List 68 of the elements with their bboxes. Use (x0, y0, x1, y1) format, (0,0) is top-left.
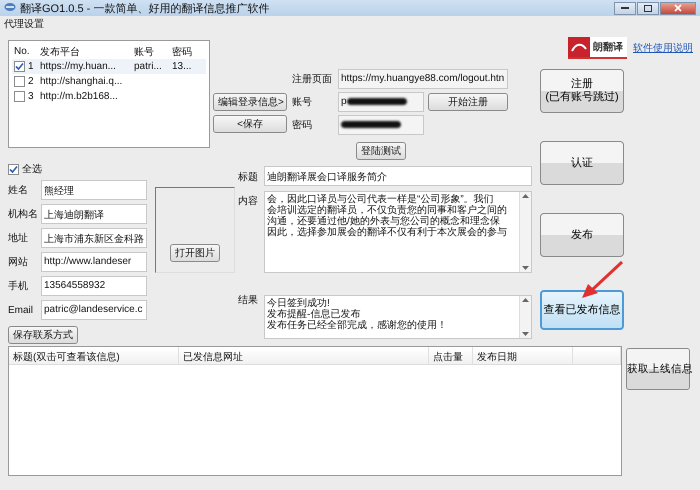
field-label: Email (8, 304, 34, 316)
column-header[interactable]: 标题(双击可查看该信息) (9, 347, 179, 364)
column-header[interactable]: 密码 (172, 44, 206, 58)
edit-button[interactable]: 编辑登录信息> (213, 93, 287, 111)
list-cell[interactable]: http://m.b2b168... (40, 91, 134, 102)
checkbox[interactable] (14, 91, 25, 102)
scroll-down-icon[interactable] (522, 332, 529, 336)
field-label: 注册页面 (292, 72, 333, 86)
scroll-up-icon[interactable] (522, 298, 529, 302)
logo: 朗翻译 (568, 37, 627, 59)
list-cell[interactable]: https://my.huan... (40, 61, 134, 72)
logo-mark-icon (568, 37, 590, 57)
column-header[interactable]: 发布平台 (40, 44, 134, 58)
field-label: 密码 (292, 118, 313, 132)
checkbox[interactable] (14, 61, 25, 72)
field-label: 内容 (238, 194, 259, 208)
column-header[interactable]: 点击量 (429, 347, 473, 364)
row-number: 2 (28, 76, 34, 87)
checkbox-label: 全选 (22, 162, 42, 176)
input-field[interactable]: http://www.landeser (41, 252, 147, 272)
action-button[interactable]: 注册 (已有账号跳过) (540, 69, 624, 113)
pointer-arrow-icon (580, 260, 624, 300)
input-field[interactable]: p (338, 92, 424, 112)
menu-item[interactable]: 代理设置 (4, 17, 44, 31)
row-number: 3 (28, 91, 34, 102)
field-label: 标题 (238, 170, 259, 184)
minimize-icon[interactable] (614, 2, 636, 14)
field-label: 地址 (8, 232, 29, 245)
save-contact-button[interactable]: 保存联系方式 (8, 326, 78, 344)
input-field[interactable]: 上海市浦东新区金科路 (41, 228, 147, 248)
field-label: 结果 (238, 294, 259, 307)
window-title: 翻译GO1.0.5 - 一款简单、好用的翻译信息推广软件 (20, 2, 270, 16)
list-cell[interactable]: patri... (134, 61, 172, 72)
help-link[interactable]: 软件使用说明 (633, 41, 693, 55)
action-button[interactable]: 认证 (540, 141, 624, 185)
maximize-icon[interactable] (637, 2, 659, 14)
row-number: 1 (28, 61, 34, 72)
input-field[interactable]: 上海迪朗翻译 (41, 204, 147, 224)
input-field[interactable]: 13564558932 (41, 276, 147, 296)
list-cell[interactable]: 13... (172, 61, 206, 72)
field-label: 姓名 (8, 184, 29, 197)
action-button[interactable]: 查看已发布信息 (540, 290, 624, 330)
field-label: 网站 (8, 256, 29, 269)
field-label: 手机 (8, 280, 29, 293)
column-header[interactable]: 已发信息网址 (179, 347, 429, 364)
column-header[interactable]: 账号 (134, 44, 172, 58)
field-label: 账号 (292, 96, 313, 109)
checkbox[interactable] (14, 76, 25, 87)
field-label: 机构名 (8, 208, 39, 221)
scroll-down-icon[interactable] (522, 266, 529, 270)
close-icon[interactable] (660, 2, 696, 14)
input-field[interactable]: patric@landeservice.c (41, 300, 147, 320)
input-field[interactable]: 熊经理 (41, 180, 147, 200)
password-field[interactable] (338, 115, 424, 135)
input-field[interactable]: https://my.huangye88.com/logout.htn (338, 69, 508, 89)
column-header[interactable]: 发布日期 (473, 347, 573, 364)
checkbox[interactable] (8, 164, 19, 174)
column-header[interactable]: No. (14, 46, 40, 57)
list-cell[interactable]: http://shanghai.q... (40, 76, 134, 87)
start-register-button[interactable]: 开始注册 (428, 93, 508, 111)
edit-button[interactable]: <保存 (213, 115, 287, 133)
app-icon (4, 2, 16, 12)
action-button[interactable]: 发布 (540, 213, 624, 257)
input-field[interactable]: 迪朗翻译展会口译服务简介 (264, 166, 532, 186)
open-image-button[interactable]: 打开图片 (170, 244, 220, 262)
fetch-online-button[interactable]: 获取上线信息 (626, 348, 690, 390)
login-test-button[interactable]: 登陆测试 (356, 142, 406, 160)
scroll-up-icon[interactable] (522, 194, 529, 198)
